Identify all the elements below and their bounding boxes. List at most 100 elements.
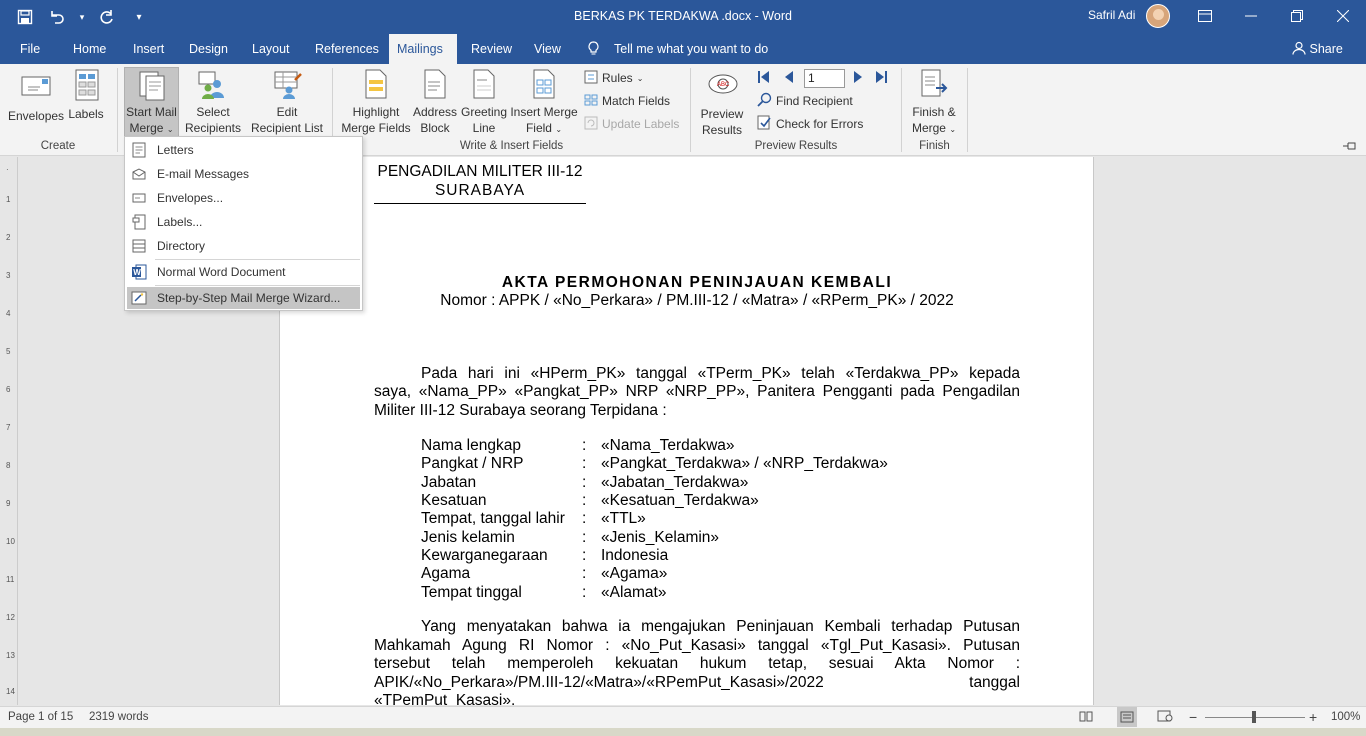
labels-icon <box>70 68 102 101</box>
field-label: Pangkat / NRP <box>421 455 524 472</box>
word-icon: W <box>130 264 148 280</box>
tab-layout[interactable]: Layout <box>244 34 298 64</box>
highlight-icon <box>360 68 392 100</box>
record-number-input[interactable]: 1 <box>804 69 845 88</box>
tab-references[interactable]: References <box>307 34 387 64</box>
next-record-icon[interactable] <box>853 70 863 86</box>
select-recipients-label: Select <box>196 105 230 119</box>
menu-item-labels[interactable]: Labels... <box>127 211 360 233</box>
preview-icon: ABC <box>706 68 738 100</box>
court-name: PENGADILAN MILITER III-12 <box>377 163 583 180</box>
svg-text:W: W <box>133 268 141 277</box>
menu-item-envelopes[interactable]: Envelopes... <box>127 187 360 209</box>
preview-results-button[interactable]: ABC Preview Results <box>697 68 747 138</box>
edit-recipient-list-button[interactable]: Edit Recipient List <box>249 68 325 136</box>
field-label: Nama lengkap <box>421 437 521 454</box>
labels-button[interactable]: Labels <box>66 68 106 122</box>
group-separator <box>967 68 968 152</box>
tab-insert[interactable]: Insert <box>125 34 172 64</box>
menu-item-label: E-mail Messages <box>157 167 250 181</box>
first-record-icon[interactable] <box>758 70 770 86</box>
document-title: AKTA PERMOHONAN PENINJAUAN KEMBALI <box>501 274 893 291</box>
group-separator <box>117 68 118 152</box>
field-value: «Agama» <box>601 565 668 582</box>
chevron-down-icon: ⌄ <box>636 73 644 83</box>
menu-item-label: Letters <box>157 143 194 157</box>
menu-item-wizard[interactable]: Step-by-Step Mail Merge Wizard... <box>127 287 360 309</box>
tab-view[interactable]: View <box>526 34 569 64</box>
finish-merge-icon <box>918 68 950 100</box>
user-name[interactable]: Safril Adi <box>1088 8 1135 22</box>
close-icon[interactable] <box>1320 0 1366 32</box>
check-errors-label: Check for Errors <box>776 117 864 131</box>
insert-field-icon <box>528 68 560 100</box>
print-layout-icon[interactable] <box>1117 707 1137 727</box>
envelopes-label: Envelopes <box>8 109 65 123</box>
group-preview-label: Preview Results <box>754 140 838 152</box>
finish-label: Finish & <box>912 105 956 119</box>
insert-merge-field-button[interactable]: Insert Merge Field ⌄ <box>510 68 578 138</box>
share-label: Share <box>1309 42 1343 56</box>
menu-item-email[interactable]: E-mail Messages <box>127 163 360 185</box>
tab-review[interactable]: Review <box>463 34 520 64</box>
field-label: Kesatuan <box>421 492 487 509</box>
record-navigation <box>758 70 794 86</box>
preview-label-2: Results <box>701 123 742 137</box>
match-fields-button[interactable]: Match Fields <box>584 91 670 111</box>
zoom-out-icon[interactable]: − <box>1189 709 1197 725</box>
read-mode-icon[interactable] <box>1079 710 1093 725</box>
group-finish-label: Finish <box>919 140 950 152</box>
search-icon <box>757 92 772 110</box>
finish-label-2: Merge ⌄ <box>911 121 957 135</box>
paragraph-1-line-1: Pada hari ini «HPerm_PK» tanggal «TPerm_… <box>421 365 1020 382</box>
tab-file[interactable]: File <box>12 34 48 64</box>
start-mail-merge-button[interactable]: Start Mail Merge ⌄ <box>124 67 179 137</box>
email-icon <box>130 166 148 182</box>
field-colon: : <box>582 584 587 601</box>
header-underline <box>374 203 586 204</box>
pin-ribbon-icon[interactable] <box>1342 140 1358 154</box>
field-colon: : <box>582 455 587 472</box>
highlight-merge-fields-button[interactable]: Highlight Merge Fields <box>341 68 411 136</box>
menu-item-directory[interactable]: Directory <box>127 235 360 257</box>
ribbon-display-icon[interactable] <box>1182 0 1228 32</box>
paragraph-2-line-3: tersebut telah memperoleh kekuatan hukum… <box>374 655 1020 672</box>
zoom-slider-thumb[interactable] <box>1252 711 1256 723</box>
tab-home[interactable]: Home <box>65 34 114 64</box>
restore-icon[interactable] <box>1274 0 1320 32</box>
rules-button[interactable]: Rules ⌄ <box>584 68 643 88</box>
zoom-level[interactable]: 100% <box>1331 711 1360 723</box>
tell-me-search[interactable]: Tell me what you want to do <box>588 34 768 64</box>
minimize-icon[interactable] <box>1228 0 1274 32</box>
find-recipient-button[interactable]: Find Recipient <box>757 91 853 111</box>
highlight-label-2: Merge Fields <box>341 121 411 135</box>
update-labels-button: Update Labels <box>584 114 679 134</box>
tab-mailings[interactable]: Mailings <box>389 34 457 64</box>
word-count[interactable]: 2319 words <box>89 711 148 723</box>
menu-separator <box>155 285 360 286</box>
field-value: «Jabatan_Terdakwa» <box>601 474 749 491</box>
chevron-down-icon: ⌄ <box>949 125 957 134</box>
web-layout-icon[interactable] <box>1157 710 1173 725</box>
greeting-line-button[interactable]: Greeting Line <box>459 68 509 136</box>
document-page[interactable]: PENGADILAN MILITER III-12 SURABAYA AKTA … <box>279 157 1094 705</box>
previous-record-icon[interactable] <box>784 70 794 86</box>
page-count[interactable]: Page 1 of 15 <box>8 711 73 723</box>
envelopes-button[interactable]: Envelopes <box>8 68 64 124</box>
zoom-in-icon[interactable]: + <box>1309 709 1317 725</box>
menu-item-normal-document[interactable]: W Normal Word Document <box>127 261 360 283</box>
greeting-line-icon <box>468 68 500 100</box>
finish-merge-button[interactable]: Finish & Merge ⌄ <box>908 68 960 138</box>
menu-item-letters[interactable]: Letters <box>127 139 360 161</box>
group-create-label: Create <box>40 140 76 152</box>
paragraph-1-line-2: saya, «Nama_PP» «Pangkat_PP» NRP «NRP_PP… <box>374 383 1020 400</box>
avatar[interactable] <box>1146 4 1170 28</box>
address-block-button[interactable]: Address Block <box>412 68 458 136</box>
tab-design[interactable]: Design <box>181 34 236 64</box>
last-record-icon[interactable] <box>875 70 887 86</box>
check-errors-button[interactable]: Check for Errors <box>757 114 863 134</box>
menu-item-label: Normal Word Document <box>157 265 286 279</box>
match-fields-label: Match Fields <box>602 94 671 108</box>
record-navigation-forward <box>853 70 887 86</box>
share-button[interactable]: Share <box>1292 34 1343 64</box>
